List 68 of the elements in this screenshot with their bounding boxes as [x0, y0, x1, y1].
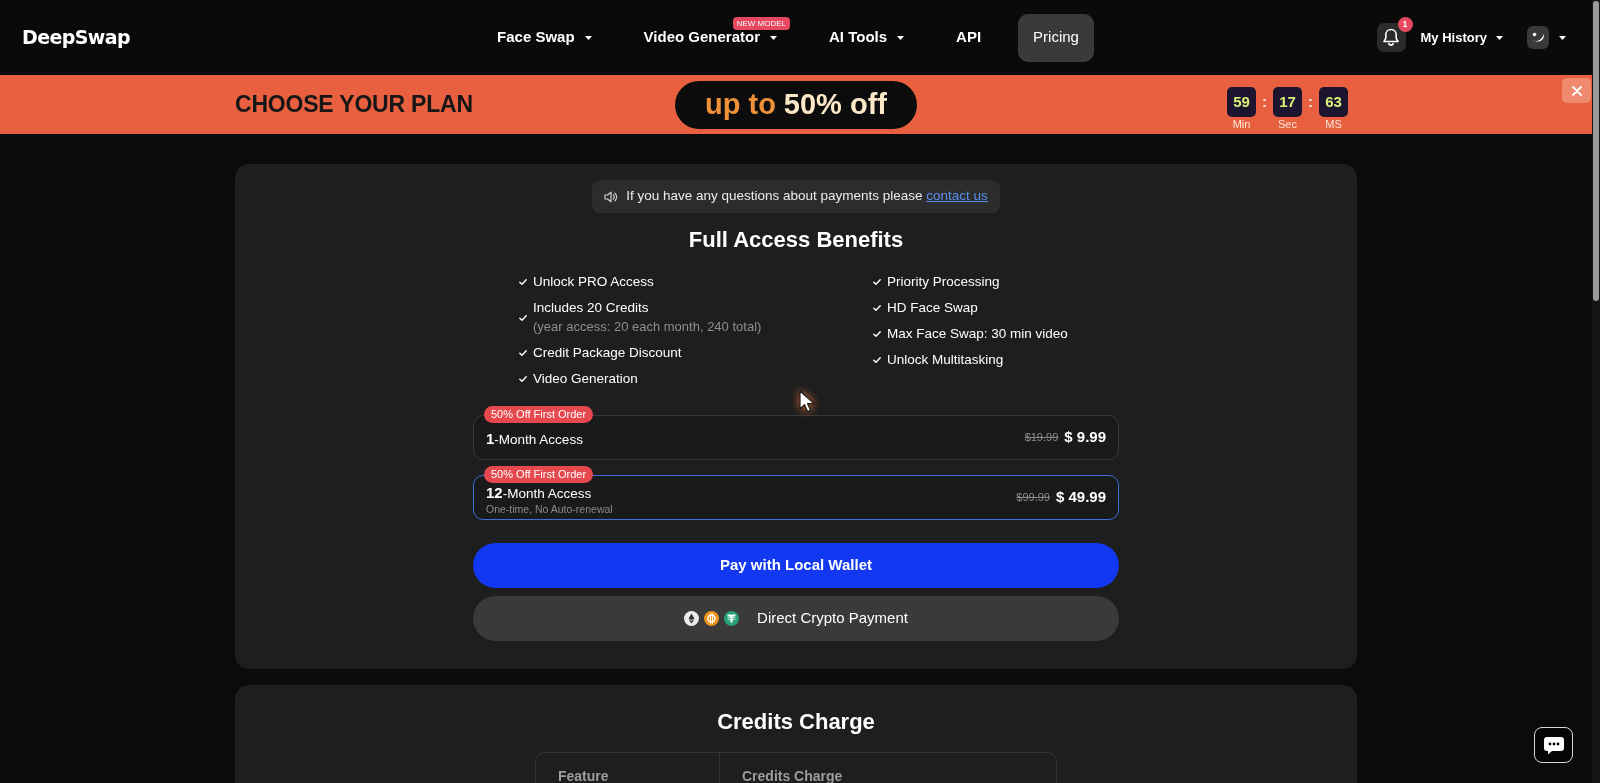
- check-icon: [519, 314, 527, 321]
- check-icon: [519, 376, 527, 382]
- check-icon: [873, 357, 881, 363]
- scrollbar-thumb[interactable]: [1593, 1, 1599, 301]
- benefit-text: Max Face Swap: 30 min video: [887, 325, 1068, 343]
- plan-note: One-time, No Auto-renewal: [486, 501, 613, 516]
- benefit-text: Video Generation: [533, 370, 638, 388]
- speaker-icon: [604, 190, 619, 203]
- benefit-text: Credit Package Discount: [533, 344, 682, 362]
- timer-value: 63: [1319, 86, 1348, 117]
- bell-icon: [1382, 28, 1401, 47]
- pay-button[interactable]: Pay with Local Wallet: [473, 543, 1119, 588]
- benefit-text: Includes 20 Credits: [533, 299, 650, 317]
- timer-separator: :: [1308, 91, 1313, 112]
- old-price: $99.99: [1016, 490, 1050, 506]
- timer-unit: Min: [1232, 117, 1251, 131]
- caret-icon: [1496, 35, 1503, 40]
- section-title: Full Access Benefits: [688, 226, 904, 254]
- timer-unit: MS: [1325, 117, 1342, 131]
- timer-value: 59: [1227, 86, 1256, 117]
- old-price: $19.99: [1024, 430, 1059, 446]
- crypto-button[interactable]: Direct Crypto Payment: [473, 596, 1119, 641]
- promo-title: CHOOSE YOUR PLAN: [235, 90, 473, 120]
- benefit-text: Priority Processing: [887, 273, 1000, 291]
- offer-prefix: up to: [705, 86, 776, 122]
- close-icon: [1571, 85, 1582, 96]
- check-icon: [873, 331, 881, 337]
- cursor-icon: [799, 390, 815, 413]
- contact-link[interactable]: contact us: [926, 188, 988, 204]
- account-menu[interactable]: [1527, 26, 1566, 49]
- column-header: Credits Charge: [742, 768, 843, 783]
- check-icon: [873, 305, 881, 311]
- notifications-button[interactable]: [1376, 23, 1406, 52]
- logo[interactable]: DeepSwap: [22, 23, 130, 52]
- plan-name: 1-Month Access: [486, 429, 583, 448]
- nav-tab[interactable]: AI Tools: [814, 13, 920, 62]
- section-title: Credits Charge: [717, 708, 875, 736]
- notice-text: If you have any questions about payments please contact us: [626, 187, 988, 206]
- benefit-text: Unlock Multitasking: [887, 351, 1004, 369]
- history-menu[interactable]: My History: [1420, 27, 1503, 48]
- offer-text: 50% off: [783, 86, 887, 122]
- nav-tab[interactable]: Face Swap: [482, 13, 607, 62]
- benefit-text: Unlock PRO Access: [533, 273, 654, 291]
- discount-badge: 50% Off First Order: [484, 466, 594, 483]
- timer-separator: :: [1262, 91, 1267, 112]
- avatar-icon: [1527, 26, 1549, 49]
- benefit-text: HD Face Swap: [887, 299, 978, 317]
- close-button[interactable]: [1562, 78, 1591, 103]
- discount-badge: 50% Off First Order: [484, 406, 594, 423]
- plan-name: 12-Month Access: [486, 483, 593, 502]
- benefit-note: (year access: 20 each month, 240 total): [533, 318, 762, 336]
- plan-price: $ 9.99: [1064, 427, 1106, 448]
- t-coin-icon: [724, 611, 740, 626]
- timer-value: 17: [1273, 86, 1302, 117]
- timer-unit: Sec: [1278, 117, 1297, 131]
- column-header: Feature: [558, 768, 609, 783]
- check-icon: [519, 279, 527, 285]
- diamond-coin-icon: [684, 611, 700, 626]
- coin-icon: [704, 611, 720, 626]
- check-icon: [873, 279, 881, 285]
- check-icon: [519, 350, 527, 356]
- new-badge: NEW MODEL: [732, 16, 790, 30]
- chat-bubble-icon: [1542, 735, 1565, 755]
- nav-tab[interactable]: Pricing: [1018, 13, 1094, 62]
- plan-price: $ 49.99: [1055, 487, 1106, 508]
- caret-icon: [1559, 35, 1566, 40]
- chat-button[interactable]: [1534, 727, 1573, 763]
- nav-tab[interactable]: API: [941, 13, 997, 62]
